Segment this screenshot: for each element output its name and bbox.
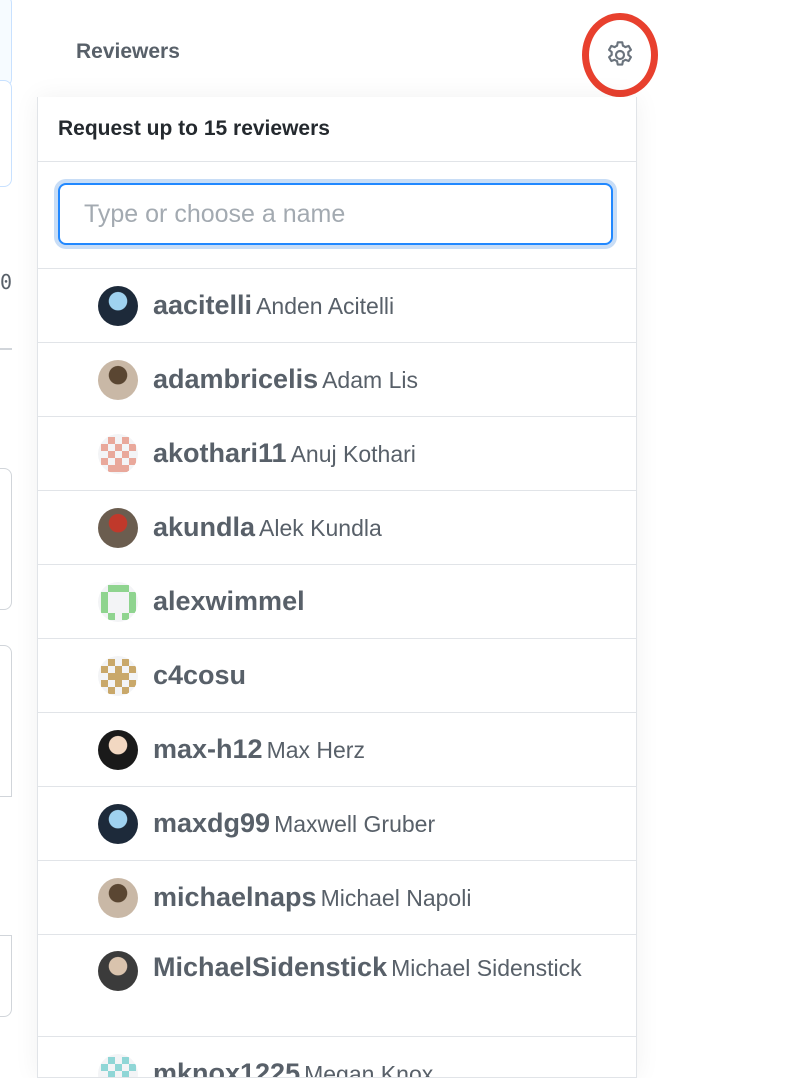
popover-title: Request up to 15 reviewers	[38, 97, 636, 162]
reviewer-item-michaelsidenstick[interactable]: MichaelSidenstickMichael Sidenstick	[38, 935, 636, 1037]
reviewer-name: akothari11Anuj Kothari	[153, 436, 416, 471]
reviewer-fullname: Anuj Kothari	[291, 441, 416, 467]
search-area	[38, 162, 636, 269]
reviewer-list: aacitelliAnden Acitelli adambricelisAdam …	[38, 269, 636, 1078]
reviewer-item-mknox1225[interactable]: mknox1225Megan Knox	[38, 1037, 636, 1078]
reviewer-name: MichaelSidenstickMichael Sidenstick	[153, 950, 582, 985]
reviewer-fullname: Megan Knox	[304, 1061, 433, 1078]
avatar	[98, 951, 138, 991]
avatar	[98, 804, 138, 844]
page-edge-box	[0, 0, 12, 87]
reviewer-login: akothari11	[153, 438, 287, 468]
reviewer-item-aacitelli[interactable]: aacitelliAnden Acitelli	[38, 269, 636, 343]
avatar	[98, 286, 138, 326]
reviewer-item-max-h12[interactable]: max-h12Max Herz	[38, 713, 636, 787]
reviewer-name: aacitelliAnden Acitelli	[153, 288, 394, 323]
reviewer-fullname: Michael Napoli	[321, 885, 472, 911]
page-edge-number: 0	[0, 270, 12, 294]
reviewer-search-input[interactable]	[58, 183, 613, 245]
avatar	[98, 434, 138, 474]
reviewer-fullname: Anden Acitelli	[256, 293, 394, 319]
reviewer-item-michaelnaps[interactable]: michaelnapsMichael Napoli	[38, 861, 636, 935]
reviewer-fullname: Alek Kundla	[259, 515, 382, 541]
avatar	[98, 656, 138, 696]
reviewers-popover: Request up to 15 reviewers aacitelliAnde…	[37, 97, 637, 1078]
reviewer-fullname: Michael Sidenstick	[391, 955, 581, 981]
page-edge-box	[0, 935, 12, 1017]
reviewer-name: max-h12Max Herz	[153, 732, 365, 767]
reviewer-login: akundla	[153, 512, 255, 542]
avatar	[98, 730, 138, 770]
reviewer-name: michaelnapsMichael Napoli	[153, 880, 471, 915]
reviewer-fullname: Adam Lis	[322, 367, 418, 393]
reviewer-name: adambricelisAdam Lis	[153, 362, 418, 397]
avatar	[98, 1054, 138, 1078]
reviewer-name: maxdg99Maxwell Gruber	[153, 806, 435, 841]
page-edge-box	[0, 80, 12, 187]
gear-icon[interactable]	[604, 39, 636, 71]
page-edge-box	[0, 468, 12, 610]
reviewers-label: Reviewers	[76, 40, 180, 64]
avatar	[98, 582, 138, 622]
reviewer-login: adambricelis	[153, 364, 318, 394]
reviewer-login: mknox1225	[153, 1058, 300, 1078]
reviewer-login: alexwimmel	[153, 586, 305, 616]
reviewer-name: akundlaAlek Kundla	[153, 510, 382, 545]
page-edge-box	[0, 645, 12, 797]
reviewer-login: c4cosu	[153, 660, 246, 690]
reviewer-name: alexwimmel	[153, 584, 305, 619]
page-edge-divider	[0, 348, 12, 350]
reviewer-item-c4cosu[interactable]: c4cosu	[38, 639, 636, 713]
reviewer-login: max-h12	[153, 734, 263, 764]
reviewer-fullname: Maxwell Gruber	[274, 811, 435, 837]
reviewer-login: michaelnaps	[153, 882, 317, 912]
reviewer-login: MichaelSidenstick	[153, 952, 387, 982]
reviewer-login: maxdg99	[153, 808, 270, 838]
reviewer-login: aacitelli	[153, 290, 252, 320]
avatar	[98, 878, 138, 918]
reviewer-item-adambricelis[interactable]: adambricelisAdam Lis	[38, 343, 636, 417]
avatar	[98, 360, 138, 400]
reviewers-settings-button[interactable]	[582, 13, 658, 97]
reviewer-fullname: Max Herz	[267, 737, 365, 763]
reviewer-item-alexwimmel[interactable]: alexwimmel	[38, 565, 636, 639]
reviewer-item-akundla[interactable]: akundlaAlek Kundla	[38, 491, 636, 565]
reviewer-name: c4cosu	[153, 658, 246, 693]
reviewer-name: mknox1225Megan Knox	[153, 1056, 433, 1078]
reviewer-item-akothari11[interactable]: akothari11Anuj Kothari	[38, 417, 636, 491]
avatar	[98, 508, 138, 548]
reviewer-item-maxdg99[interactable]: maxdg99Maxwell Gruber	[38, 787, 636, 861]
